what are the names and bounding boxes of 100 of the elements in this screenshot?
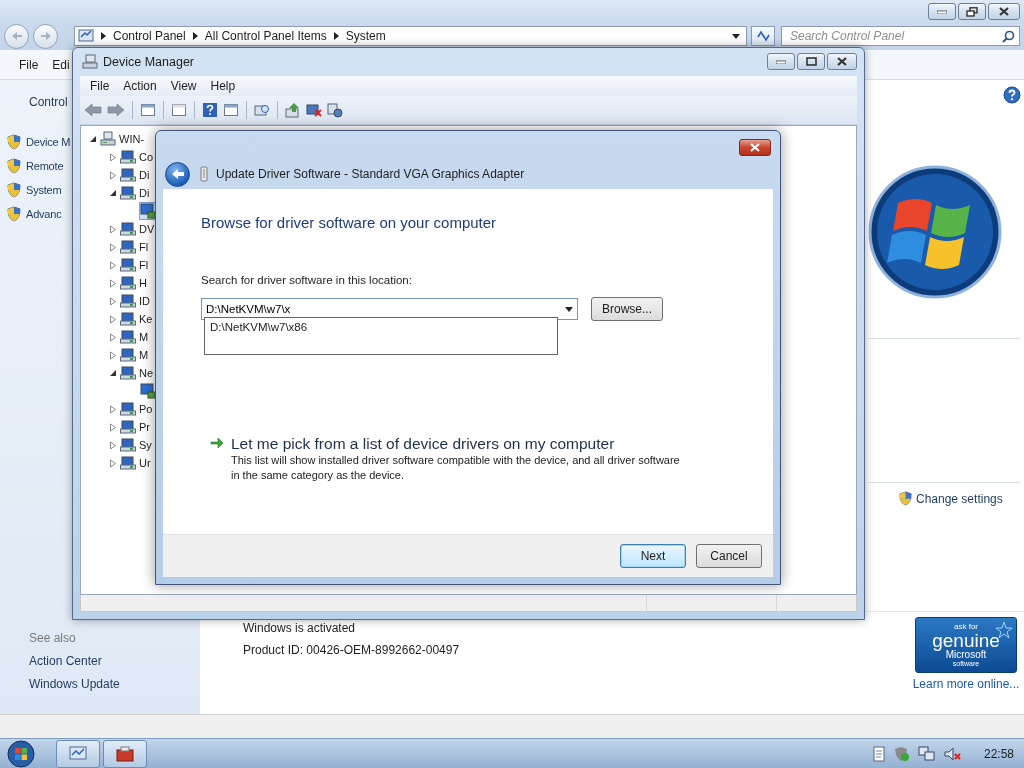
collapsed-triangle-icon[interactable] (109, 224, 117, 234)
collapsed-triangle-icon[interactable] (109, 440, 117, 450)
device-icon (120, 329, 136, 345)
menu-item[interactable]: Edi (52, 57, 70, 72)
collapsed-triangle-icon[interactable] (109, 152, 117, 162)
sidebar-link[interactable]: Windows Update (29, 673, 200, 696)
badge-text: ask for (954, 623, 978, 631)
minimize-button[interactable] (928, 3, 956, 20)
location-combo-box[interactable]: D:\NetKVM\w7\x (201, 298, 578, 320)
menu-item[interactable]: Help (203, 79, 243, 93)
expanded-triangle-icon[interactable] (109, 189, 117, 197)
taskbar-button[interactable] (103, 739, 147, 768)
back-icon[interactable] (84, 102, 102, 118)
learn-more-link[interactable]: Learn more online... (912, 677, 1020, 691)
expanded-triangle-icon[interactable] (109, 369, 117, 377)
tree-item-label[interactable]: Fl (139, 259, 149, 271)
device-icon (120, 455, 136, 471)
tree-item-label[interactable]: DV (139, 223, 155, 235)
help-icon[interactable] (1003, 86, 1021, 104)
sidebar-link[interactable]: Device M (26, 136, 71, 148)
close-button[interactable] (827, 53, 857, 70)
tree-item-label[interactable]: Pr (139, 421, 150, 433)
close-icon (837, 57, 847, 66)
tree-item-label[interactable]: M (139, 349, 149, 361)
flag-logo (6, 739, 36, 768)
back-button[interactable] (165, 161, 190, 187)
collapsed-triangle-icon[interactable] (109, 350, 117, 360)
sidebar-link[interactable]: Remote (26, 160, 64, 172)
window-icon[interactable] (223, 102, 239, 118)
collapsed-triangle-icon[interactable] (109, 314, 117, 324)
network-icon[interactable] (917, 745, 936, 762)
tree-item-label[interactable]: Ne (139, 367, 154, 379)
tree-item-label[interactable]: M (139, 331, 149, 343)
tree-item-label[interactable]: Sy (139, 439, 152, 451)
close-button[interactable] (739, 139, 771, 156)
arrow-left-icon (170, 168, 185, 180)
menu-item[interactable]: File (83, 79, 117, 93)
collapsed-triangle-icon[interactable] (109, 170, 117, 180)
collapsed-triangle-icon[interactable] (109, 242, 117, 252)
maximize-button[interactable] (797, 53, 825, 70)
forward-icon[interactable] (107, 102, 125, 118)
sidebar-link[interactable]: Advanc (26, 208, 62, 220)
tree-item-label[interactable]: Co (139, 151, 154, 163)
collapsed-triangle-icon[interactable] (109, 422, 117, 432)
minimize-button[interactable] (767, 53, 795, 70)
menu-item[interactable]: File (19, 57, 39, 72)
restore-button[interactable] (958, 3, 986, 20)
collapsed-triangle-icon[interactable] (109, 260, 117, 270)
breadcrumb-item[interactable]: Control Panel (113, 29, 186, 43)
help-icon[interactable] (202, 102, 218, 118)
tree-item-label[interactable]: WIN- (119, 133, 145, 145)
collapsed-triangle-icon[interactable] (109, 278, 117, 288)
update-icon[interactable] (285, 102, 301, 118)
muted-speaker-icon[interactable] (943, 745, 962, 762)
sidebar-link[interactable]: Action Center (29, 650, 200, 673)
document-icon[interactable] (871, 745, 886, 762)
refresh-button[interactable] (751, 26, 775, 46)
pick-driver-link[interactable]: Let me pick from a list of device drivers on my computer (231, 434, 686, 453)
collapsed-triangle-icon[interactable] (109, 332, 117, 342)
tree-item-label[interactable]: Ke (139, 313, 153, 325)
device-icon (120, 221, 136, 237)
change-settings-link[interactable]: Change settings (916, 491, 1003, 506)
tree-item-label[interactable]: H (139, 277, 147, 289)
device-icon (120, 257, 136, 273)
document-icon[interactable] (171, 102, 187, 118)
minimize-icon (937, 9, 947, 14)
menu-item[interactable]: Action (116, 79, 164, 93)
device-icon (120, 419, 136, 435)
suggestion-item[interactable]: D:\NetKVM\w7\x86 (210, 320, 552, 334)
address-bar[interactable]: Control Panel All Control Panel Items System (74, 26, 747, 46)
sidebar-link[interactable]: Control (29, 94, 68, 110)
forward-button[interactable] (33, 23, 58, 49)
dialog-button[interactable]: Cancel (696, 544, 762, 568)
collapsed-triangle-icon[interactable] (109, 404, 117, 414)
collapsed-triangle-icon[interactable] (109, 458, 117, 468)
breadcrumb-item[interactable]: System (345, 29, 386, 43)
dialog-button[interactable]: Next (620, 544, 686, 568)
browse-button[interactable]: Browse... (591, 297, 663, 321)
tree-item-label[interactable]: Po (139, 403, 153, 415)
tree-item-label[interactable]: Ur (139, 457, 151, 469)
collapsed-triangle-icon[interactable] (109, 296, 117, 306)
taskbar-button[interactable] (56, 739, 100, 768)
sidebar-link[interactable]: System (26, 184, 62, 196)
tree-item-label[interactable]: Di (139, 187, 150, 199)
minimize-icon (776, 59, 786, 64)
uninstall-icon[interactable] (306, 102, 322, 118)
start-button[interactable] (4, 739, 38, 768)
tree-item-label[interactable]: ID (139, 295, 150, 307)
close-button[interactable] (988, 3, 1020, 20)
clock: 22:58 (983, 746, 1014, 761)
chevron-icon (101, 32, 106, 40)
window-icon[interactable] (140, 102, 156, 118)
search-field[interactable]: Search Control Panel (781, 26, 1020, 46)
shield-check-icon[interactable] (893, 745, 910, 762)
breadcrumb-item[interactable]: All Control Panel Items (204, 29, 327, 43)
tree-item-label[interactable]: Fl (139, 241, 149, 253)
expanded-triangle-icon[interactable] (89, 135, 97, 143)
device-icon (120, 185, 136, 201)
menu-item[interactable]: View (163, 79, 204, 93)
tree-item-label[interactable]: Di (139, 169, 150, 181)
